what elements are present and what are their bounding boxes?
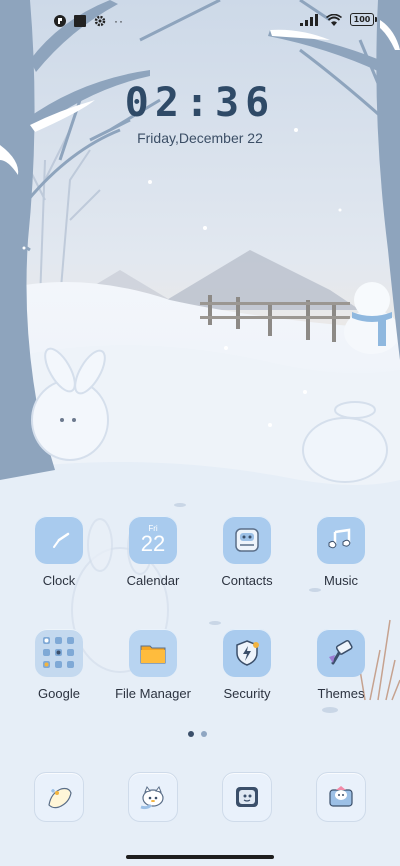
status-bar: ·· 100 [0,0,400,44]
app-themes[interactable]: Themes [293,629,389,701]
dock-phone[interactable] [11,772,107,822]
battery-icon: 100 [350,13,377,26]
app-label: Clock [42,573,76,588]
app-contacts[interactable]: Contacts [199,516,295,588]
app-label: Security [223,686,271,701]
app-label: Calendar [126,573,180,588]
messages-icon [128,772,178,822]
app-security[interactable]: Security [199,629,295,701]
square-icon [74,15,86,27]
more-notifications-indicator: ·· [114,14,124,28]
dock-gallery[interactable] [293,772,389,822]
app-clock[interactable]: Clock [11,516,107,588]
app-label: Google [38,686,80,701]
paintbrush-icon [317,629,365,677]
page-dot-1[interactable] [188,731,194,737]
camera-icon [222,772,272,822]
app-google-folder[interactable]: Google [11,629,107,701]
page-dot-2[interactable] [201,731,207,737]
app-label: Music [324,573,358,588]
lockscreen-date[interactable]: Friday,December 22 [0,130,400,146]
app-badge-icon [54,15,66,27]
app-music[interactable]: Music [293,516,389,588]
shield-icon [223,629,271,677]
calendar-day: 22 [140,530,166,556]
app-label: File Manager [115,686,191,701]
signal-icon [300,13,318,26]
gallery-icon [316,772,366,822]
phone-icon [34,772,84,822]
page-indicator[interactable] [188,731,207,737]
lockscreen-time[interactable]: 02:36 [0,80,400,126]
folder-icon [129,629,177,677]
app-calendar[interactable]: Fri 22 Calendar [105,516,201,588]
contacts-icon [223,516,271,564]
wifi-icon [326,13,342,26]
clock-icon [35,516,83,564]
gear-icon [94,15,106,27]
music-icon [317,516,365,564]
app-file-manager[interactable]: File Manager [105,629,201,701]
calendar-icon: Fri 22 [129,516,177,564]
home-indicator[interactable] [126,855,274,859]
app-label: Themes [317,686,365,701]
dock-messages[interactable] [105,772,201,822]
google-folder-icon [35,629,83,677]
app-label: Contacts [221,573,273,588]
dock-camera[interactable] [199,772,295,822]
